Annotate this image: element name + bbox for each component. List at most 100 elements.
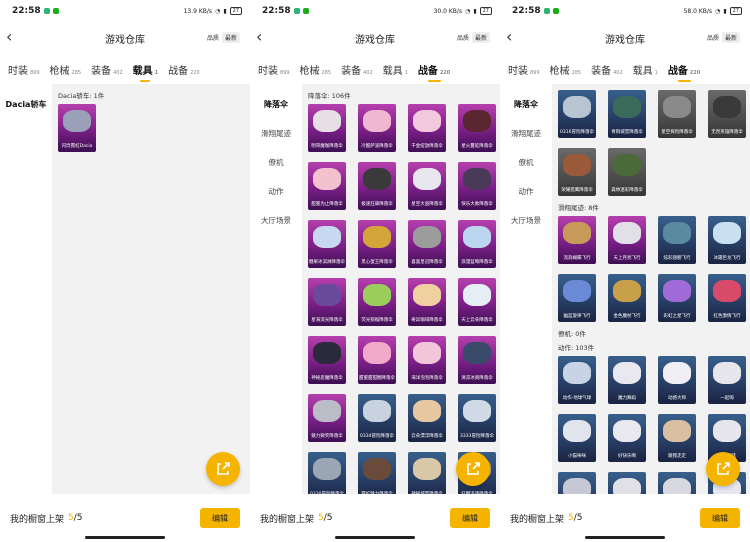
share-external-icon [217,462,230,475]
sort-latest-button[interactable]: 最新 [221,32,240,43]
item-card[interactable]: 甜蜜甜甜圈降落伞 [358,336,396,384]
item-card[interactable]: 荣耀猎鹰降落伞 [558,148,596,196]
item-card[interactable]: 星空探险降落伞 [658,90,696,138]
back-arrow-icon[interactable]: ‹ [506,29,512,45]
edit-button[interactable]: 编辑 [450,508,490,528]
item-card[interactable]: 冷酷萨波降落伞 [358,104,396,152]
item-card[interactable]: 动作-地球气球 [558,356,596,404]
tab-3[interactable]: 载具 1 [633,62,658,77]
sort-quality-button[interactable]: 品质 [204,32,222,43]
item-card[interactable]: 甜蜜为止降落伞 [308,162,346,210]
tab-0[interactable]: 时装 899 [508,62,540,77]
item-card[interactable]: 云朵漂浮降落伞 [408,394,446,442]
item-card[interactable]: 炫彩翅膀飞行 [658,216,696,264]
item-card[interactable]: 红色激情飞行 [708,274,746,322]
item-card[interactable]: 闪烁霓虹Dacia [58,104,96,152]
item-card[interactable]: 0316冒险降落伞 [558,90,596,138]
share-fab-button[interactable] [456,452,490,486]
share-fab-button[interactable] [706,452,740,486]
tab-0[interactable]: 时装 899 [258,62,290,77]
item-card[interactable]: 清凉冰爽降落伞 [458,336,496,384]
item-card[interactable]: 好快乐啊 [608,414,646,462]
sidebar-item-3[interactable]: 动作 [250,177,302,206]
item-card[interactable]: 幽蓝旋律飞行 [558,274,596,322]
item-card[interactable]: 动感大师 [658,356,696,404]
item-card[interactable]: 跟我走走 [658,414,696,462]
item-card[interactable]: 青铜城堡降落伞 [608,90,646,138]
item-card[interactable]: 一起嗨 [708,356,746,404]
back-arrow-icon[interactable]: ‹ [256,29,262,45]
tab-1[interactable]: 枪械 285 [300,62,332,77]
item-card[interactable]: 天上云朵降落伞 [458,278,496,326]
sidebar-item-0[interactable]: Dacia轿车 [0,90,52,119]
item-card[interactable]: 3333冒险降落伞 [458,394,496,442]
item-card[interactable]: 快乐大象降落伞 [458,162,496,210]
sidebar-item-4[interactable]: 大厅场景 [500,206,552,235]
edit-button[interactable]: 编辑 [700,508,740,528]
sidebar-item-4[interactable]: 大厅场景 [250,206,302,235]
back-arrow-icon[interactable]: ‹ [6,29,12,45]
item-card[interactable]: 千金绽放降落伞 [408,104,446,152]
item-card[interactable]: 糖果冰淇淋降落伞 [308,220,346,268]
sidebar-item-2[interactable]: 僚机 [500,148,552,177]
item-card[interactable]: 黑心蛋王降落伞 [358,220,396,268]
item-card[interactable]: 星海流光降落伞 [308,278,346,326]
sidebar-item-2[interactable]: 僚机 [250,148,302,177]
item-card[interactable]: 小猫咪咪 [558,414,596,462]
item-name: 云朵漂浮降落伞 [411,434,443,439]
item-card[interactable]: 金色魔杖飞行 [608,274,646,322]
item-card[interactable]: 森林迷彩降落伞 [608,148,646,196]
item-card[interactable]: 神秘恶魔降落伞 [308,336,346,384]
item-card[interactable]: 神秘城堡降落伞 [408,452,446,494]
item-card[interactable]: 浪漫蓝莓降落伞 [458,220,496,268]
sidebar-item-1[interactable]: 滑翔尾迹 [250,119,302,148]
sort-toggle: 品质 最新 [454,32,490,43]
item-card[interactable]: 彩虹之星飞行 [658,274,696,322]
sort-latest-button[interactable]: 最新 [721,32,740,43]
item-card[interactable]: 喜喜皇冠降落伞 [408,220,446,268]
item-card[interactable]: 无畏英雄降落伞 [708,90,746,138]
showcase-label: 我的橱窗上架 [260,514,315,525]
tab-2[interactable]: 装备 402 [91,62,123,77]
item-card[interactable]: 荧光猕猴降落伞 [358,278,396,326]
tab-2[interactable]: 装备 402 [341,62,373,77]
tab-3[interactable]: 载具 1 [383,62,408,77]
tab-4[interactable]: 战备 220 [418,62,450,82]
tab-1[interactable]: 枪械 285 [550,62,582,77]
sidebar-item-1[interactable]: 滑翔尾迹 [500,119,552,148]
tab-4[interactable]: 战备 220 [168,62,200,77]
tab-2[interactable]: 装备 402 [591,62,623,77]
item-card[interactable]: 流浪蝴蝶飞行 [558,216,596,264]
edit-button[interactable]: 编辑 [200,508,240,528]
network-speed: 30.0 KB/s [433,7,463,15]
share-fab-button[interactable] [206,452,240,486]
sidebar-item-0[interactable]: 降落伞 [250,90,302,119]
item-card[interactable]: 快乐小狗 [558,472,596,494]
item-card[interactable]: 魔力舞蹈 [608,356,646,404]
sidebar-item-0[interactable]: 降落伞 [500,90,552,119]
sort-quality-button[interactable]: 品质 [704,32,722,43]
item-card[interactable]: 极速狂飙降落伞 [358,162,396,210]
item-card[interactable]: 星火蔓延降落伞 [458,104,496,152]
tab-4[interactable]: 战备 220 [668,62,700,82]
tab-1[interactable]: 枪械 285 [50,62,82,77]
tab-3[interactable]: 载具 1 [133,62,158,82]
tab-0[interactable]: 时装 899 [8,62,40,77]
item-card[interactable]: 霓虹魅力降落伞 [358,452,396,494]
item-card[interactable]: 奇异咖啡降落伞 [408,278,446,326]
home-indicator [335,536,415,539]
item-card[interactable]: 0334冒险降落伞 [358,394,396,442]
sort-quality-button[interactable]: 品质 [454,32,472,43]
item-card[interactable]: 星空大盗降落伞 [408,162,446,210]
item-card[interactable]: 天上月亮飞行 [608,216,646,264]
item-card[interactable]: 大力拍手 [608,472,646,494]
item-card[interactable]: 0330冒险降落伞 [308,452,346,494]
item-card[interactable]: 明哥魔咖降落伞 [308,104,346,152]
item-card[interactable]: 魅力微笑降落伞 [308,394,346,442]
sidebar-item-3[interactable]: 动作 [500,177,552,206]
item-card[interactable]: 冰霜巨龙飞行 [708,216,746,264]
app-notify-icon [43,8,50,14]
sort-latest-button[interactable]: 最新 [471,32,490,43]
item-card[interactable]: 海洋泡泡降落伞 [408,336,446,384]
item-card[interactable]: 抱抱小熊 [658,472,696,494]
